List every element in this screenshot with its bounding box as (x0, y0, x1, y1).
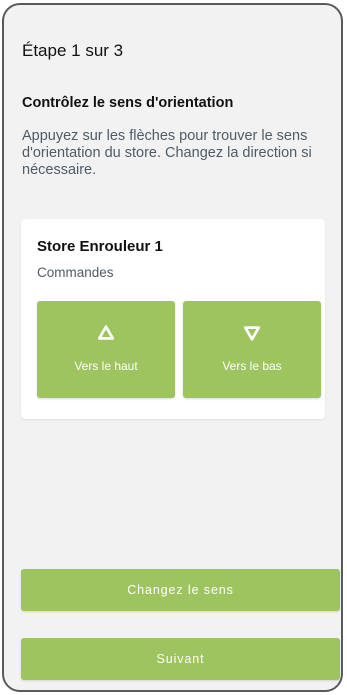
device-subtitle: Commandes (37, 265, 114, 280)
device-name: Store Enrouleur 1 (37, 238, 163, 255)
triangle-up-icon (97, 325, 115, 340)
next-button[interactable]: Suivant (21, 638, 340, 680)
move-down-button[interactable]: Vers le bas (183, 301, 321, 398)
move-up-button[interactable]: Vers le haut (37, 301, 175, 398)
section-heading: Contrôlez le sens d'orientation (22, 95, 234, 111)
device-card: Store Enrouleur 1 Commandes Vers le haut… (21, 219, 325, 419)
change-direction-button[interactable]: Changez le sens (21, 569, 340, 611)
move-down-label: Vers le bas (222, 359, 282, 373)
phone-frame: Étape 1 sur 3 Contrôlez le sens d'orient… (2, 3, 343, 692)
triangle-down-icon (243, 326, 261, 341)
instructions-text: Appuyez sur les flèches pour trouver le … (22, 128, 312, 178)
step-title: Étape 1 sur 3 (22, 41, 124, 60)
move-up-label: Vers le haut (74, 359, 138, 373)
